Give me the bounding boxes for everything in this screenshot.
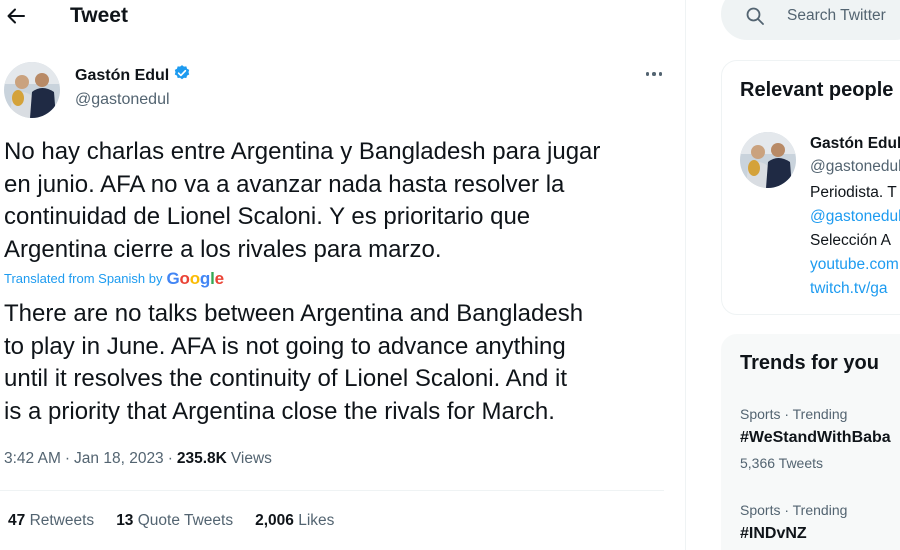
views-count: 235.8K (176, 450, 227, 467)
views-label: Views (230, 450, 272, 467)
relevant-person-bio: Selección A (810, 232, 891, 249)
retweets-stat[interactable]: 47 Retweets (8, 511, 94, 531)
relevant-person-handle[interactable]: @gastonedul (810, 155, 900, 178)
relevant-people-title: Relevant people (740, 79, 894, 101)
divider (0, 490, 664, 491)
trend-name[interactable]: #WeStandWithBaba (740, 428, 891, 448)
page-title: Tweet (70, 4, 128, 27)
author-name[interactable]: Gastón Edul (75, 64, 191, 88)
translation-attribution[interactable]: Translated from Spanish by Google (4, 270, 224, 288)
relevant-person-name[interactable]: Gastón Edul (810, 132, 900, 155)
translated-text: There are no talks between Argentina and… (4, 300, 584, 425)
author-handle[interactable]: @gastonedul (75, 90, 170, 110)
trends-title: Trends for you (740, 352, 879, 374)
bio-link[interactable]: twitch.tv/ga (810, 277, 888, 300)
tweet-meta: 3:42 AM · Jan 18, 2023 · 235.8K Views (4, 449, 272, 469)
meta-separator: · (167, 450, 173, 467)
verified-badge-icon (173, 64, 191, 88)
bio-link[interactable]: @gastonedul (810, 205, 900, 228)
quote-tweets-stat[interactable]: 13 Quote Tweets (116, 511, 233, 531)
author-name-text[interactable]: Gastón Edul (75, 66, 169, 86)
trend-name[interactable]: #INDvNZ (740, 524, 807, 544)
likes-stat[interactable]: 2,006 Likes (255, 511, 334, 531)
search-placeholder[interactable]: Search Twitter (787, 6, 886, 26)
author-avatar[interactable] (4, 62, 60, 118)
page-header: Tweet (0, 0, 686, 34)
relevant-person-avatar[interactable] (740, 132, 796, 188)
engagement-stats: 47 Retweets 13 Quote Tweets 2,006 Likes (8, 511, 334, 531)
relevant-person-bio: Periodista. T (810, 184, 897, 201)
google-logo: Google (166, 269, 224, 288)
bio-link[interactable]: youtube.com (810, 253, 899, 276)
trend-category[interactable]: Sports · Trending (740, 405, 847, 423)
trend-category[interactable]: Sports · Trending (740, 501, 847, 519)
search-icon (745, 6, 765, 31)
meta-separator: · (64, 450, 71, 467)
back-arrow-icon[interactable] (4, 4, 28, 28)
tweet-time[interactable]: 3:42 AM (4, 449, 61, 469)
tweet-text: No hay charlas entre Argentina y Banglad… (4, 138, 601, 263)
trend-count[interactable]: 5,366 Tweets (740, 454, 823, 472)
translated-label: Translated from Spanish by (4, 271, 163, 286)
more-icon[interactable] (642, 64, 666, 84)
main-column: Tweet Gastón Edul @gastonedul No hay cha… (0, 0, 686, 550)
tweet-date[interactable]: Jan 18, 2023 (74, 449, 164, 469)
